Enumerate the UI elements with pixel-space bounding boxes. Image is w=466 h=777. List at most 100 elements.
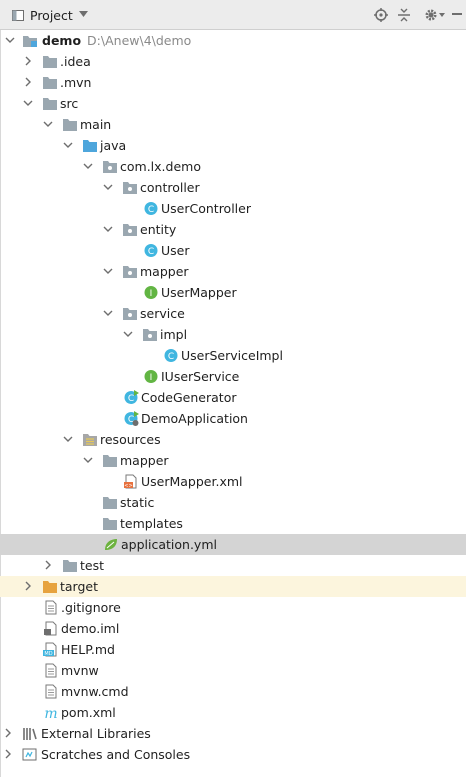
collapse-all-icon[interactable] xyxy=(397,8,411,22)
chevron-right-icon[interactable] xyxy=(23,581,33,591)
tree-item-external-libraries[interactable]: External Libraries xyxy=(0,723,466,744)
tree-label: application.yml xyxy=(121,537,217,552)
settings-dropdown-icon[interactable] xyxy=(439,13,445,17)
svg-text:I: I xyxy=(150,373,153,383)
package-icon xyxy=(143,329,157,341)
tree-item-main[interactable]: main xyxy=(0,114,466,135)
tree-item-code-generator[interactable]: C CodeGenerator xyxy=(0,387,466,408)
tree-item-mvnw-cmd[interactable]: mvnw.cmd xyxy=(0,681,466,702)
tree-item-test[interactable]: test xyxy=(0,555,466,576)
folder-icon xyxy=(103,497,117,509)
folder-icon xyxy=(43,98,57,110)
tree-item-controller[interactable]: controller xyxy=(0,177,466,198)
tree-item-mvnw[interactable]: mvnw xyxy=(0,660,466,681)
tree-item-templates[interactable]: templates xyxy=(0,513,466,534)
tree-label: Scratches and Consoles xyxy=(41,747,191,762)
svg-text:C: C xyxy=(168,352,174,362)
tree-label: service xyxy=(140,306,185,321)
tree-item-user-service-impl[interactable]: C UserServiceImpl xyxy=(0,345,466,366)
tree-label: mapper xyxy=(140,264,189,279)
folder-icon xyxy=(43,77,57,89)
tree-item-user-mapper[interactable]: I UserMapper xyxy=(0,282,466,303)
resources-folder-icon xyxy=(83,434,97,446)
tree-item-user-mapper-xml[interactable]: <> UserMapper.xml xyxy=(0,471,466,492)
class-icon: C xyxy=(144,202,158,215)
tree-item-entity[interactable]: entity xyxy=(0,219,466,240)
tree-item-service[interactable]: service xyxy=(0,303,466,324)
chevron-down-icon[interactable] xyxy=(63,140,73,150)
project-name: demo xyxy=(42,33,82,48)
package-icon xyxy=(123,224,137,236)
tree-label: UserServiceImpl xyxy=(181,348,283,363)
chevron-down-icon[interactable] xyxy=(103,308,113,318)
project-toolbar: Project xyxy=(0,0,466,30)
svg-text:C: C xyxy=(148,247,154,257)
runnable-class-icon: C xyxy=(124,390,139,404)
markdown-file-icon: MD xyxy=(43,642,57,657)
tree-item-scratches[interactable]: Scratches and Consoles xyxy=(0,744,466,765)
tree-label: HELP.md xyxy=(61,642,115,657)
interface-icon: I xyxy=(144,370,158,383)
tree-label: mapper xyxy=(120,453,169,468)
tree-label: impl xyxy=(160,327,188,342)
folder-icon xyxy=(43,56,57,68)
source-folder-icon xyxy=(83,140,97,152)
tree-item-com-lx-demo[interactable]: com.lx.demo xyxy=(0,156,466,177)
tree-label: .idea xyxy=(60,54,91,69)
package-icon xyxy=(123,182,137,194)
tree-item-target[interactable]: target xyxy=(0,576,466,597)
folder-icon xyxy=(103,455,117,467)
module-file-icon xyxy=(44,621,57,636)
project-view-title[interactable]: Project xyxy=(30,8,73,23)
chevron-down-icon[interactable] xyxy=(5,35,15,45)
tree-item-iuser-service[interactable]: I IUserService xyxy=(0,366,466,387)
chevron-down-icon[interactable] xyxy=(123,329,133,339)
tree-item-src[interactable]: src xyxy=(0,93,466,114)
text-file-icon xyxy=(45,684,57,699)
hide-icon[interactable] xyxy=(451,8,465,22)
tree-label: DemoApplication xyxy=(141,411,248,426)
chevron-down-icon[interactable] xyxy=(83,161,93,171)
chevron-right-icon[interactable] xyxy=(3,728,13,738)
chevron-down-icon[interactable] xyxy=(43,119,53,129)
chevron-down-icon[interactable] xyxy=(63,434,73,444)
chevron-down-icon[interactable] xyxy=(23,98,33,108)
chevron-down-icon[interactable] xyxy=(103,224,113,234)
tree-item-application-yml[interactable]: application.yml xyxy=(0,534,466,555)
tree-item-gitignore[interactable]: .gitignore xyxy=(0,597,466,618)
tree-label: demo.iml xyxy=(61,621,120,636)
chevron-right-icon[interactable] xyxy=(23,56,33,66)
svg-text:C: C xyxy=(148,205,154,215)
chevron-down-icon[interactable] xyxy=(83,455,93,465)
tree-item-mapper[interactable]: mapper xyxy=(0,261,466,282)
tree-item-help-md[interactable]: MD HELP.md xyxy=(0,639,466,660)
folder-icon xyxy=(103,518,117,530)
chevron-down-icon[interactable] xyxy=(103,266,113,276)
tree-item-impl[interactable]: impl xyxy=(0,324,466,345)
tree-item-java[interactable]: java xyxy=(0,135,466,156)
tree-label: User xyxy=(161,243,190,258)
text-file-icon xyxy=(45,663,57,678)
module-folder-icon xyxy=(23,36,37,47)
chevron-down-icon[interactable] xyxy=(103,182,113,192)
tree-item-static[interactable]: static xyxy=(0,492,466,513)
settings-icon[interactable] xyxy=(424,8,438,22)
tree-item-idea[interactable]: .idea xyxy=(0,51,466,72)
tree-item-user-controller[interactable]: C UserController xyxy=(0,198,466,219)
chevron-down-icon[interactable] xyxy=(79,11,88,17)
chevron-right-icon[interactable] xyxy=(3,749,13,759)
tree-item-demo[interactable]: demo D:\Anew\4\demo xyxy=(0,30,466,51)
chevron-right-icon[interactable] xyxy=(43,560,53,570)
svg-text:C: C xyxy=(128,394,134,404)
tree-item-mvn[interactable]: .mvn xyxy=(0,72,466,93)
tree-label: target xyxy=(60,579,99,594)
tree-item-user[interactable]: C User xyxy=(0,240,466,261)
tree-item-demo-application[interactable]: C DemoApplication xyxy=(0,408,466,429)
tree-item-resources[interactable]: resources xyxy=(0,429,466,450)
tree-item-pom-xml[interactable]: m pom.xml xyxy=(0,702,466,723)
locate-icon[interactable] xyxy=(374,8,388,22)
tree-item-resources-mapper[interactable]: mapper xyxy=(0,450,466,471)
chevron-right-icon[interactable] xyxy=(23,77,33,87)
tree-item-demo-iml[interactable]: demo.iml xyxy=(0,618,466,639)
package-icon xyxy=(103,161,117,173)
